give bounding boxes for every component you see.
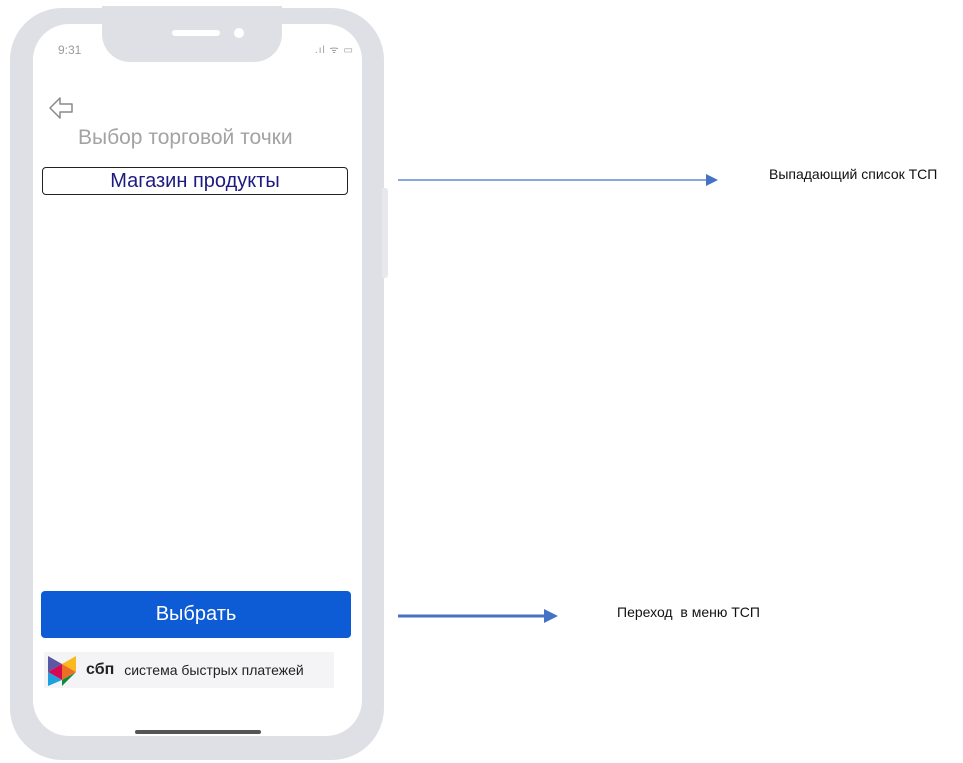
select-button-label: Выбрать	[155, 603, 237, 625]
dropdown-value: Магазин продукты	[110, 169, 280, 192]
annotation-arrow-button	[398, 609, 558, 623]
page-title: Выбор торговой точки	[78, 126, 293, 149]
status-time: 9:31	[58, 43, 82, 57]
back-arrow-icon[interactable]	[48, 96, 76, 128]
speaker-icon	[172, 30, 220, 36]
sbp-abbr: сбп	[86, 661, 115, 678]
sbp-logo: сбп система быстрых платежей	[44, 652, 334, 688]
annotation-arrow-dropdown	[398, 174, 718, 186]
side-button	[382, 188, 388, 278]
sbp-logo-icon	[48, 656, 76, 686]
status-icons: .ıl ᯤ ▭	[315, 45, 354, 56]
select-button[interactable]: Выбрать	[41, 591, 351, 638]
annotation-button-note: Переход в меню ТСП	[617, 604, 760, 620]
sbp-full-name: система быстрых платежей	[124, 662, 304, 678]
camera-icon	[234, 28, 244, 38]
store-dropdown[interactable]: Магазин продукты	[42, 167, 348, 195]
home-indicator	[135, 730, 261, 734]
annotation-dropdown-note: Выпадающий список ТСП	[769, 166, 938, 182]
